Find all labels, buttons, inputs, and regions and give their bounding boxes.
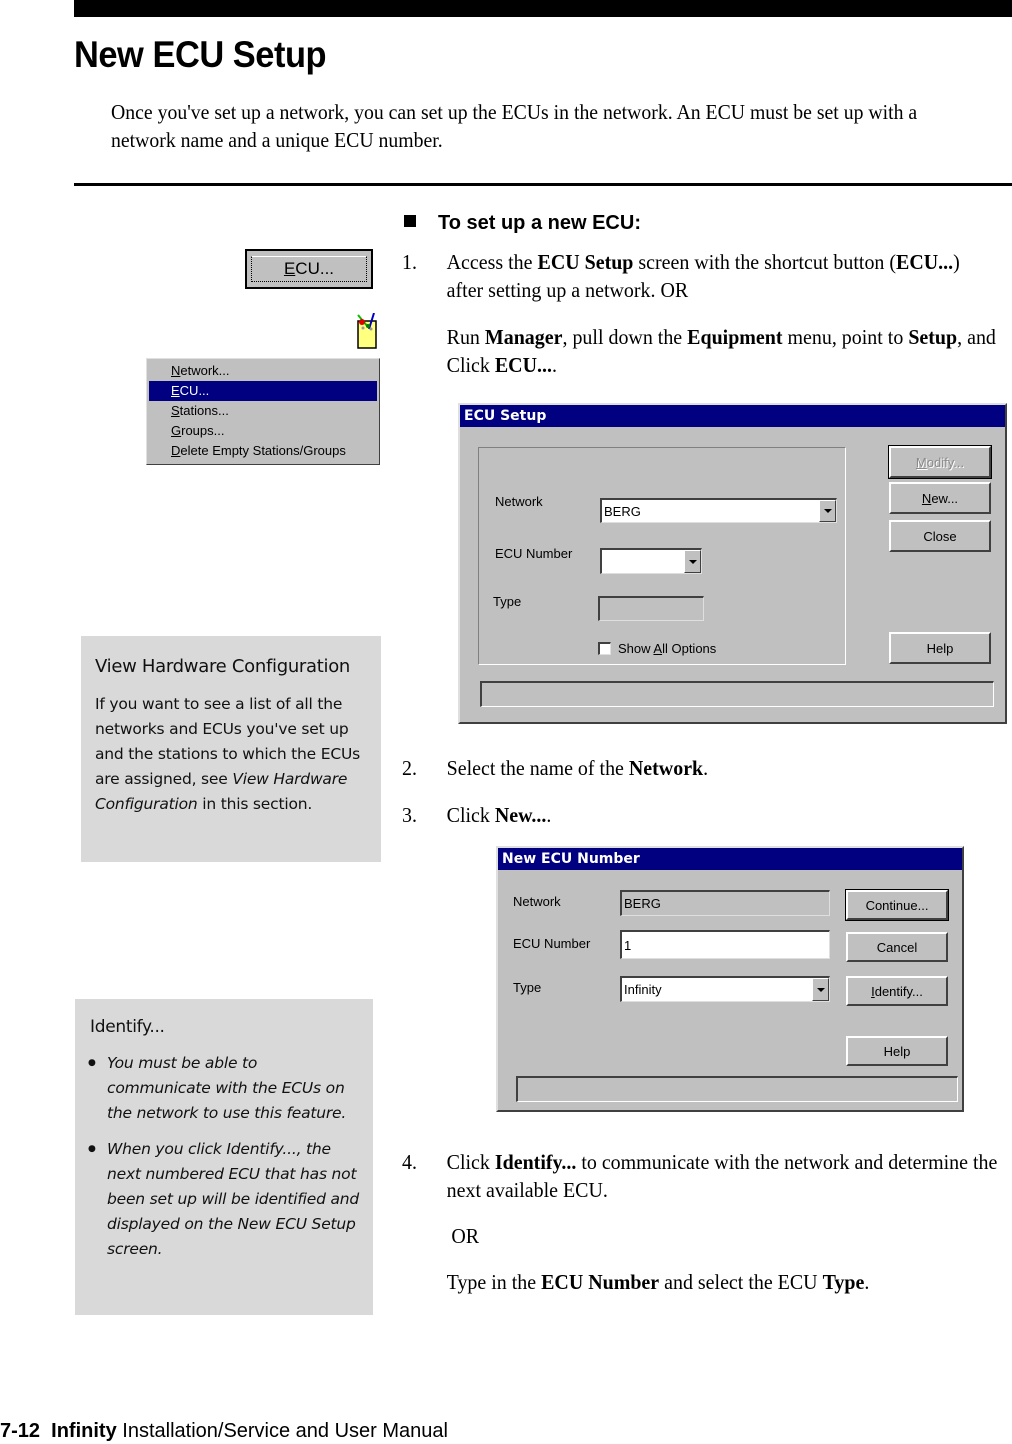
identify-button[interactable]: Identify... [846,976,948,1006]
product-name: Infinity [51,1420,117,1442]
page-title: New ECU Setup [74,34,327,75]
or-separator: OR [451,1224,480,1248]
menu-mnemonic: G [171,423,182,438]
help-button[interactable]: Help [846,1036,948,1066]
step-number: 2. [402,756,417,780]
step-3: 3. Click New.... [402,801,982,831]
checkbox-label: Show All Options [618,641,717,656]
step-text: Click Identify... to communicate with th… [446,1150,998,1294]
note-identify: Identify... You must be able to communic… [75,999,373,1315]
menu-label: tations... [179,403,229,418]
network-value: BERG [604,503,641,519]
fields-group: Network BERG ECU Number Type Show All Op… [478,447,846,665]
menu-label: CU... [179,383,210,398]
note-bullet: When you click Identify..., the next num… [88,1137,362,1262]
ecu-number-select[interactable] [600,548,702,574]
procedure-heading: To set up a new ECU: [404,212,641,235]
menu-label: roups... [181,423,225,438]
ecu-number-value: 1 [624,937,632,953]
dropdown-arrow-icon[interactable] [812,978,829,1001]
ecu-number-label: ECU Number [495,546,573,561]
dialog-title: ECU Setup [460,405,1005,427]
menu-mnemonic: D [171,443,181,458]
shortcut-label: CU... [295,259,335,278]
step-number: 1. [402,250,417,274]
show-all-options-checkbox[interactable]: Show All Options [598,641,716,656]
shortcut-mnemonic: E [283,259,296,278]
network-select[interactable]: BERG [600,498,837,523]
type-value: Infinity [624,982,662,997]
ecu-setup-dialog: ECU Setup Network BERG ECU Number Type S… [458,403,1007,724]
continue-button[interactable]: Continue... [845,889,949,921]
type-label: Type [493,594,522,609]
step-number: 3. [402,803,417,827]
network-value: BERG [624,896,661,911]
status-bar [480,681,994,707]
dropdown-arrow-icon[interactable] [819,500,836,522]
step-4: 4. Click Identify... to communicate with… [402,1148,997,1298]
help-button[interactable]: Help [889,632,991,664]
page-footer: 7-12 Infinity Installation/Service and U… [0,1420,448,1443]
close-button[interactable]: Close [889,520,991,552]
type-field [598,596,704,621]
square-bullet-icon [404,215,416,227]
note-heading: View Hardware Configuration [95,656,351,677]
step-1: 1. Access the ECU Setup screen with the … [402,248,996,377]
new-button[interactable]: New... [889,482,991,514]
setup-tools-icon [357,313,377,349]
note-text: in this section. [197,795,313,813]
cancel-button[interactable]: Cancel [846,932,948,962]
menu-mnemonic: S [171,403,180,418]
note-heading: Identify... [90,1017,165,1037]
dialog-title: New ECU Number [498,848,962,870]
menu-mnemonic: E [171,383,180,398]
status-bar [516,1076,958,1102]
ecu-shortcut-button[interactable]: E CU... [245,249,373,289]
note-bullet: You must be able to communicate with the… [88,1051,362,1126]
new-ecu-number-dialog: New ECU Number Network BERG ECU Number 1… [496,846,964,1112]
type-label: Type [513,980,542,995]
manual-title: Installation/Service and User Manual [122,1420,448,1442]
menu-item-delete-empty[interactable]: Delete Empty Stations/Groups [149,441,377,461]
network-field: BERG [620,890,830,916]
step-2: 2. Select the name of the Network. [402,754,982,784]
type-select[interactable]: Infinity [620,976,830,1002]
step-text: Access the ECU Setup screen with the sho… [446,250,996,377]
checkbox-box[interactable] [598,642,611,655]
menu-item-ecu[interactable]: ECU... [149,381,377,401]
note-bullets: You must be able to communicate with the… [75,1051,362,1273]
note-body: If you want to see a list of all the net… [95,692,375,817]
menu-label: elete Empty Stations/Groups [180,443,346,458]
note-view-hardware: View Hardware Configuration If you want … [81,636,381,862]
menu-item-groups[interactable]: Groups... [149,421,377,441]
step-text: Click New.... [446,803,552,827]
setup-submenu: Network... ECU... Stations... Groups... … [146,358,380,465]
section-divider [74,183,1012,186]
network-label: Network [513,894,561,909]
modify-button[interactable]: Modify... [888,445,992,479]
menu-item-network[interactable]: Network... [149,361,377,381]
page-number: 7-12 [0,1420,41,1442]
top-rule-bar [74,0,1012,17]
procedure-heading-text: To set up a new ECU: [438,212,641,234]
menu-item-stations[interactable]: Stations... [149,401,377,421]
network-label: Network [495,494,543,509]
dropdown-arrow-icon[interactable] [684,550,701,573]
menu-label: etwork... [180,363,230,378]
menu-mnemonic: N [171,363,181,378]
intro-paragraph: Once you've set up a network, you can se… [111,100,918,152]
step-number: 4. [402,1150,417,1174]
step-text: Select the name of the Network. [446,756,709,780]
ecu-number-input[interactable]: 1 [620,930,830,959]
ecu-number-label: ECU Number [513,936,591,951]
